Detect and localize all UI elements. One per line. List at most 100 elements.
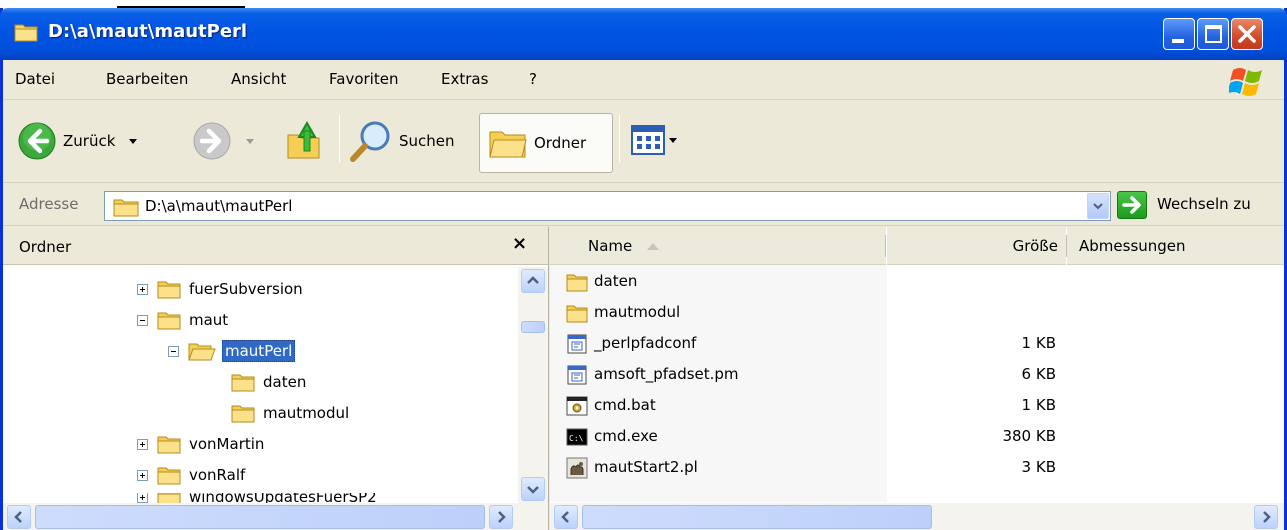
close-icon bbox=[1238, 25, 1256, 43]
chevron-right-icon bbox=[498, 511, 506, 523]
forward-dropdown-icon[interactable] bbox=[246, 138, 254, 144]
scroll-thumb[interactable] bbox=[582, 505, 932, 529]
file-row-mautstart2[interactable]: mautStart2.pl 3 KB bbox=[550, 453, 1284, 484]
scroll-right-button[interactable] bbox=[489, 505, 513, 529]
address-dropdown-button[interactable] bbox=[1087, 193, 1109, 219]
go-arrow-icon bbox=[1122, 196, 1141, 214]
collapse-minus-icon[interactable] bbox=[168, 345, 179, 357]
file-row-cmd-bat[interactable]: cmd.bat 1 KB bbox=[550, 391, 1284, 422]
up-folder-button[interactable] bbox=[285, 117, 325, 161]
folder-icon bbox=[231, 405, 255, 423]
tree-item-fuersubversion[interactable]: fuerSubversion bbox=[137, 277, 305, 301]
menu-extras[interactable]: Extras bbox=[441, 70, 488, 88]
tree-item-mautmodul[interactable]: mautmodul bbox=[231, 401, 351, 425]
forward-arrow-icon bbox=[193, 122, 231, 160]
menu-help[interactable]: ? bbox=[529, 70, 537, 88]
tree-label-selected: mautPerl bbox=[222, 340, 296, 362]
folder-horizontal-scrollbar[interactable] bbox=[3, 503, 548, 530]
tree-item-vonralf[interactable]: vonRalf bbox=[137, 463, 247, 487]
expand-plus-icon[interactable] bbox=[137, 493, 148, 503]
menu-bar: Datei Bearbeiten Ansicht Favoriten Extra… bbox=[3, 60, 1284, 100]
scroll-thumb[interactable] bbox=[521, 321, 545, 333]
file-size: 3 KB bbox=[1021, 458, 1056, 476]
collapse-minus-icon[interactable] bbox=[137, 314, 148, 326]
tree-label: vonRalf bbox=[189, 466, 246, 484]
file-name: cmd.exe bbox=[594, 427, 658, 445]
open-folder-icon bbox=[188, 343, 216, 361]
address-input[interactable]: D:\a\maut\mautPerl bbox=[104, 191, 1111, 221]
address-bar: Adresse D:\a\maut\mautPerl Wechseln zu bbox=[3, 184, 1284, 226]
folder-pane-close-icon[interactable]: × bbox=[512, 233, 527, 254]
minimize-button[interactable] bbox=[1163, 18, 1195, 50]
folder-icon bbox=[157, 281, 181, 299]
file-row-daten[interactable]: daten bbox=[550, 267, 1284, 298]
folder-icon bbox=[157, 312, 181, 330]
column-header-dimensions[interactable]: Abmessungen bbox=[1067, 227, 1284, 265]
scroll-up-button[interactable] bbox=[521, 269, 545, 293]
tree-item-windowsupdates[interactable]: windowsUpdatesFuerSP2 bbox=[137, 493, 379, 503]
menu-bearbeiten[interactable]: Bearbeiten bbox=[106, 70, 188, 88]
file-row-amsoft-pfadset[interactable]: amsoft_pfadset.pm 6 KB bbox=[550, 360, 1284, 391]
tree-item-mautperl[interactable]: mautPerl bbox=[168, 339, 296, 363]
close-button[interactable] bbox=[1231, 18, 1263, 50]
batch-file-icon bbox=[566, 396, 588, 416]
column-header-size[interactable]: Größe bbox=[887, 227, 1066, 265]
expand-plus-icon[interactable] bbox=[137, 283, 148, 295]
go-label[interactable]: Wechseln zu bbox=[1157, 195, 1251, 213]
folder-vertical-scrollbar[interactable] bbox=[518, 267, 548, 503]
file-row-perlpfadconf[interactable]: _perlpfadconf 1 KB bbox=[550, 329, 1284, 360]
back-label: Zurück bbox=[63, 132, 116, 150]
expand-plus-icon[interactable] bbox=[137, 438, 148, 450]
chevron-down-icon bbox=[1093, 203, 1103, 210]
expand-plus-icon[interactable] bbox=[137, 469, 148, 481]
tree-label: mautmodul bbox=[263, 404, 350, 422]
file-size: 1 KB bbox=[1021, 396, 1056, 414]
file-name: mautStart2.pl bbox=[594, 458, 698, 476]
title-bar[interactable]: D:\a\maut\mautPerl bbox=[0, 8, 1287, 60]
tree-label: maut bbox=[189, 311, 229, 329]
folder-pane: Ordner × fuerSubversion maut mautPerl da… bbox=[3, 227, 549, 530]
chevron-left-icon bbox=[561, 511, 569, 523]
address-folder-icon bbox=[113, 199, 139, 217]
menu-ansicht[interactable]: Ansicht bbox=[231, 70, 286, 88]
file-horizontal-scrollbar[interactable] bbox=[550, 503, 1284, 530]
scroll-left-button[interactable] bbox=[554, 505, 578, 529]
tree-item-daten[interactable]: daten bbox=[231, 370, 308, 394]
svg-text:C:\: C:\ bbox=[569, 434, 584, 443]
file-name: amsoft_pfadset.pm bbox=[594, 365, 739, 383]
column-dimensions-label: Abmessungen bbox=[1079, 237, 1186, 255]
maximize-button[interactable] bbox=[1197, 18, 1229, 50]
folder-pane-title: Ordner bbox=[19, 238, 72, 256]
back-button[interactable]: Zurück bbox=[17, 121, 138, 161]
menu-favoriten[interactable]: Favoriten bbox=[329, 70, 398, 88]
tree-item-vonmartin[interactable]: vonMartin bbox=[137, 432, 266, 456]
views-button[interactable] bbox=[631, 125, 677, 155]
scroll-down-button[interactable] bbox=[521, 477, 545, 501]
scroll-thumb[interactable] bbox=[35, 505, 485, 529]
search-icon bbox=[350, 121, 390, 162]
search-button[interactable]: Suchen bbox=[349, 119, 455, 163]
file-name: cmd.bat bbox=[594, 396, 656, 414]
scroll-right-button[interactable] bbox=[1254, 505, 1278, 529]
scroll-left-button[interactable] bbox=[7, 505, 31, 529]
back-dropdown-icon[interactable] bbox=[129, 138, 138, 144]
go-button[interactable] bbox=[1117, 191, 1147, 219]
file-size: 380 KB bbox=[1002, 427, 1056, 445]
column-header-name[interactable]: Name bbox=[550, 227, 886, 265]
menu-datei[interactable]: Datei bbox=[15, 70, 55, 88]
folders-button[interactable]: Ordner bbox=[479, 113, 613, 173]
file-size: 1 KB bbox=[1021, 334, 1056, 352]
chevron-down-icon bbox=[527, 486, 539, 494]
file-row-mautmodul[interactable]: mautmodul bbox=[550, 298, 1284, 329]
top-strip bbox=[0, 0, 1287, 8]
chevron-up-icon bbox=[527, 276, 539, 284]
tree-item-maut[interactable]: maut bbox=[137, 308, 230, 332]
maximize-icon bbox=[1205, 25, 1222, 43]
forward-button[interactable] bbox=[192, 121, 254, 161]
folder-icon bbox=[566, 305, 588, 323]
camel-perl-icon bbox=[566, 457, 588, 479]
file-size: 6 KB bbox=[1021, 365, 1056, 383]
file-row-cmd-exe[interactable]: C:\ cmd.exe 380 KB bbox=[550, 422, 1284, 453]
tree-label: windowsUpdatesFuerSP2 bbox=[189, 493, 377, 503]
minimize-icon bbox=[1172, 39, 1184, 43]
